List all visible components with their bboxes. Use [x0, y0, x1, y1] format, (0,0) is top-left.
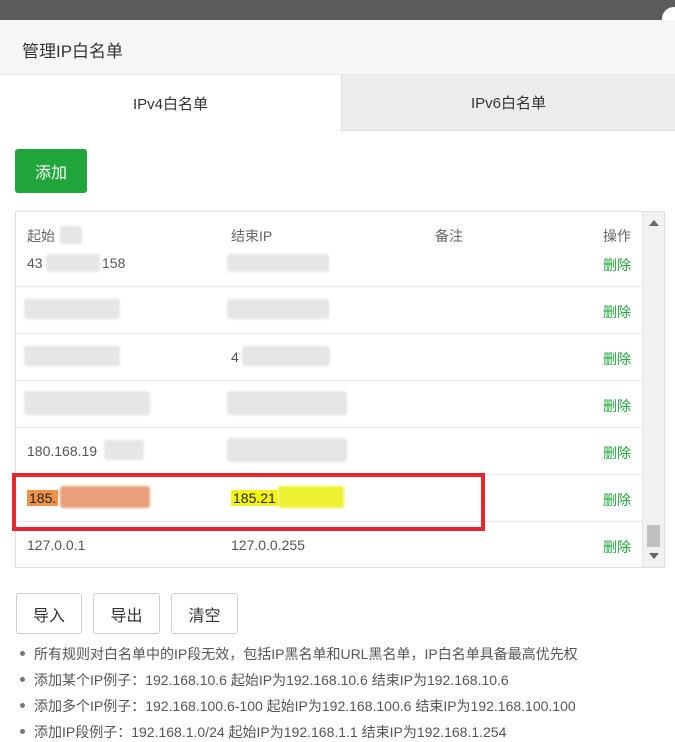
scroll-down-arrow-icon[interactable]	[649, 553, 659, 559]
end-ip-cell: 127.0.0.255	[231, 537, 305, 553]
redaction-blur	[24, 299, 120, 319]
tip-item: 添加多个IP例子：192.168.100.6-100 起始IP为192.168.…	[18, 696, 668, 722]
add-button[interactable]: 添加	[15, 149, 87, 193]
tips-list: 所有规则对白名单中的IP段无效，包括IP黑名单和URL黑名单，IP白名单具备最高…	[18, 644, 668, 742]
tip-item: 所有规则对白名单中的IP段无效，包括IP黑名单和URL黑名单，IP白名单具备最高…	[18, 644, 668, 670]
dialog-title: 管理IP白名单	[22, 42, 124, 61]
dialog-header: 管理IP白名单	[0, 20, 675, 75]
delete-link[interactable]: 删除	[603, 537, 631, 557]
import-button[interactable]: 导入	[16, 593, 82, 634]
redaction-blur	[24, 391, 150, 415]
start-ip-cell: 43	[27, 255, 43, 271]
start-ip-cell: 180.168.19	[27, 443, 98, 459]
clear-button[interactable]: 清空	[171, 593, 238, 634]
delete-link[interactable]: 删除	[603, 396, 631, 416]
redaction-blur	[242, 346, 330, 366]
redaction-blur	[24, 346, 120, 366]
redaction-blur	[227, 254, 329, 272]
delete-link[interactable]: 删除	[603, 490, 631, 510]
table-row: 43 158 删除	[16, 240, 643, 287]
table-row: 删除	[16, 287, 643, 334]
table-row: 4 删除	[16, 334, 643, 381]
table-row: 删除	[16, 381, 643, 428]
export-button[interactable]: 导出	[93, 593, 160, 634]
redaction-blur	[227, 299, 329, 319]
redaction-blur	[104, 440, 144, 460]
delete-link[interactable]: 删除	[603, 349, 631, 369]
highlight-frame	[12, 473, 485, 531]
redaction-blur	[46, 254, 100, 272]
delete-link[interactable]: 删除	[603, 255, 631, 275]
start-ip-cell: 127.0.0.1	[27, 537, 86, 553]
scroll-up-arrow-icon[interactable]	[649, 220, 659, 226]
tab-ipv4-whitelist[interactable]: IPv4白名单	[0, 75, 341, 131]
delete-link[interactable]: 删除	[603, 302, 631, 322]
tab-bar: IPv4白名单 IPv6白名单	[0, 75, 675, 131]
redaction-blur	[227, 391, 347, 415]
redaction-blur	[227, 438, 347, 462]
start-ip-suffix: 158	[102, 255, 126, 271]
tip-item: 添加IP段例子：192.168.1.0/24 起始IP为192.168.1.1 …	[18, 722, 668, 742]
dialog-overlay-bar	[0, 0, 675, 20]
delete-link[interactable]: 删除	[603, 443, 631, 463]
table-row: 180.168.19 删除	[16, 428, 643, 475]
scrollbar-thumb[interactable]	[647, 525, 660, 547]
tab-ipv6-whitelist[interactable]: IPv6白名单	[341, 75, 675, 131]
table-scrollbar[interactable]	[642, 212, 664, 567]
end-ip-cell: 4	[231, 349, 239, 365]
tip-item: 添加某个IP例子：192.168.10.6 起始IP为192.168.10.6 …	[18, 670, 668, 696]
